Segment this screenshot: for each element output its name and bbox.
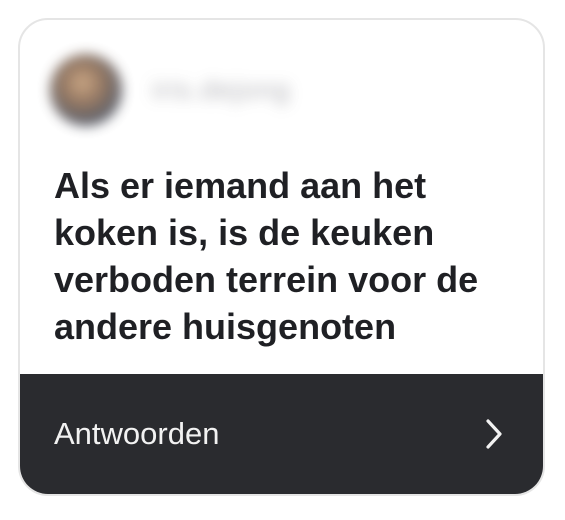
question-card: iris.dejong Als er iemand aan het koken …	[18, 18, 545, 496]
avatar	[50, 54, 122, 126]
author-header: iris.dejong	[50, 54, 291, 126]
author-name: iris.dejong	[152, 74, 291, 105]
reply-button[interactable]: Antwoorden	[20, 374, 543, 494]
chevron-right-icon	[483, 416, 505, 452]
reply-button-label: Antwoorden	[54, 416, 220, 451]
question-text: Als er iemand aan het koken is, is de ke…	[54, 165, 479, 347]
